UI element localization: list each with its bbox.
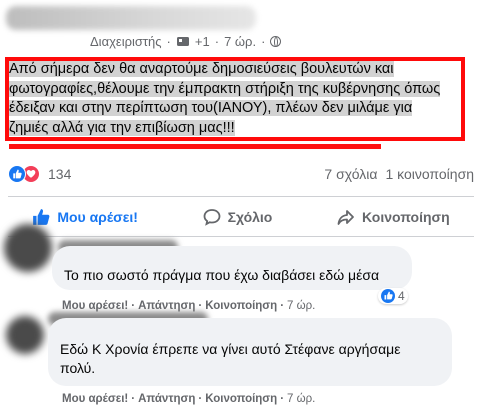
reactions-summary[interactable]: 134 [8,165,71,183]
comment-time[interactable]: 7 ώρ. [287,393,315,405]
comment-text: Εδώ Κ Χρονία έπρεπε να γίνει αυτό Στέφαν… [60,340,401,377]
comment-reply-link[interactable]: Απάντηση [138,393,195,405]
comment-text: Το πιο σωστό πράγμα που έχω διαβάσει εδώ… [64,267,380,283]
comment-time[interactable]: 7 ώρ. [287,300,315,312]
share-button[interactable]: Κοινοποίηση [337,208,450,226]
plus-count: +1 [194,34,210,49]
post-meta: Διαχειριστής · +1 · 7 ώρ. · [90,34,282,49]
author-role[interactable]: Διαχειριστής [90,34,162,49]
comment-like-link[interactable]: Μου αρέσει! [62,300,128,312]
avatar[interactable] [6,316,44,354]
comment-like-link[interactable]: Μου αρέσει! [62,393,128,405]
highlight-box [5,57,465,141]
thumbs-up-icon [33,209,50,225]
comment-label: Σχόλιο [227,209,273,225]
shares-count[interactable]: 1 κοινοποίηση [385,166,474,182]
post-actions: Μου αρέσει! Σχόλιο Κοινοποίηση [0,200,482,234]
post-header: Διαχειριστής · +1 · 7 ώρ. · [0,0,482,52]
share-label: Κοινοποίηση [362,209,450,225]
comment-button[interactable]: Σχόλιο [203,208,273,226]
divider [8,196,474,197]
reaction-count: 134 [48,166,72,182]
share-icon [337,210,354,225]
blurred-author-name [6,6,256,30]
like-button[interactable]: Μου αρέσει! [32,208,138,226]
highlight-underline [9,144,381,149]
comment-reactions[interactable]: 4 [378,288,408,304]
comment-text-line: Εδώ Κ Χρονία έπρεπε να γίνει αυτό Στέφαν… [60,341,401,357]
badge-icon [176,37,189,46]
comment-icon [203,209,221,226]
comment-actions: Μου αρέσει! · Απάντηση · Κοινοποίηση · 7 ώρ… [62,300,316,312]
comment-share-link[interactable]: Κοινοποίηση [205,393,277,405]
comment-reply-link[interactable]: Απάντηση [138,300,195,312]
like-label: Μου αρέσει! [57,209,138,225]
comment-bubble: Το πιο σωστό πράγμα που έχω διαβάσει εδώ… [52,246,412,290]
post-stats: 7 σχόλια 1 κοινοποίηση [324,166,474,182]
like-reaction-icon [381,289,395,303]
like-reaction-icon [8,165,26,183]
globe-icon [270,36,282,47]
comment-bubble: Εδώ Κ Χρονία έπρεπε να γίνει αυτό Στέφαν… [48,318,452,386]
reaction-count: 4 [398,289,405,303]
comments-count[interactable]: 7 σχόλια [324,166,377,182]
comment-text-line: πολύ. [60,359,96,376]
divider [8,236,474,237]
post-time[interactable]: 7 ώρ. [224,34,256,49]
avatar[interactable] [4,224,52,272]
comment-share-link[interactable]: Κοινοποίηση [205,300,277,312]
comment-actions: Μου αρέσει! · Απάντηση · Κοινοποίηση · 7 ώρ… [62,393,316,405]
